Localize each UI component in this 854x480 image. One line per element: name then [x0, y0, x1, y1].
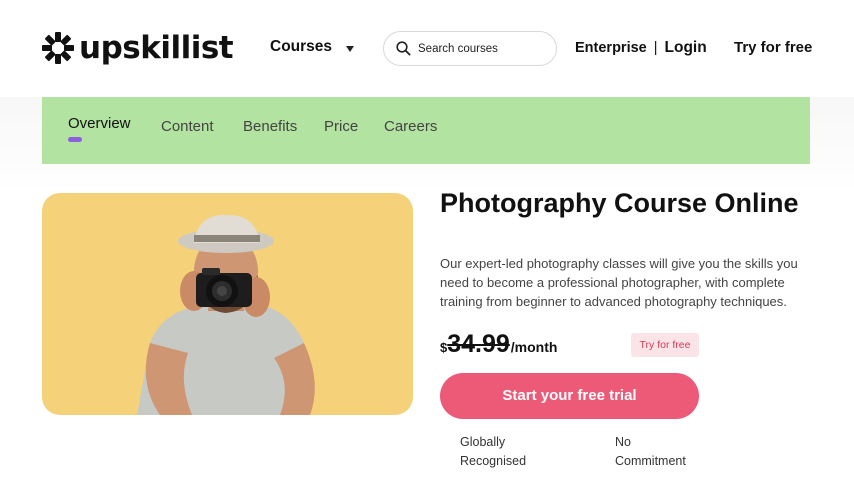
site-header: upskillist Courses Enterprise | Login Tr…	[0, 0, 854, 97]
course-subnav: Overview Content Benefits Price Careers	[42, 97, 810, 164]
logo[interactable]: upskillist	[42, 30, 234, 66]
search-box[interactable]	[383, 31, 557, 66]
enterprise-link[interactable]: Enterprise	[575, 40, 647, 56]
active-tab-indicator	[68, 137, 82, 142]
tab-price[interactable]: Price	[324, 118, 358, 135]
start-free-trial-button[interactable]: Start your free trial	[440, 373, 699, 419]
tab-benefits[interactable]: Benefits	[243, 118, 297, 135]
courses-dropdown[interactable]: Courses	[270, 38, 355, 56]
price-period: /month	[510, 339, 558, 355]
price-currency: $	[440, 340, 448, 355]
link-separator: |	[653, 40, 658, 56]
page-title: Photography Course Online	[440, 188, 799, 218]
price-display: $ 34.99 /month	[440, 330, 557, 359]
logo-burst-icon	[42, 32, 74, 64]
try-for-free-link[interactable]: Try for free	[734, 39, 812, 56]
search-icon	[396, 41, 411, 56]
tab-overview[interactable]: Overview	[68, 115, 131, 132]
search-input[interactable]	[418, 42, 538, 55]
feature-globally-recognised: Globally Recognised	[460, 435, 527, 468]
courses-label: Courses	[270, 38, 333, 55]
course-description: Our expert-led photography classes will …	[440, 256, 798, 309]
login-link[interactable]: Login	[665, 39, 707, 57]
logo-text: upskillist	[79, 30, 234, 66]
account-links: Enterprise | Login	[575, 39, 707, 57]
photographer-illustration	[137, 214, 315, 415]
price-amount-strikethrough: 34.99	[447, 330, 510, 358]
try-free-badge: Try for free	[631, 333, 699, 357]
tab-content[interactable]: Content	[161, 118, 214, 135]
caret-down-icon	[346, 46, 355, 52]
tab-careers[interactable]: Careers	[384, 118, 437, 135]
course-hero-image	[42, 193, 413, 415]
feature-no-commitment: No Commitment	[615, 435, 686, 468]
